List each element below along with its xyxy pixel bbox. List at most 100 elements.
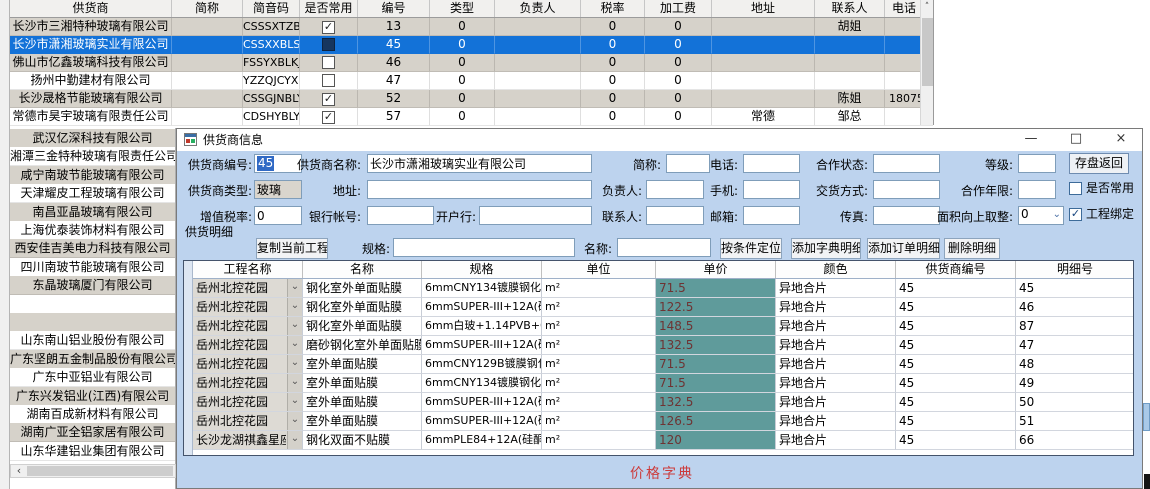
chevron-down-icon[interactable]: ⌄ (287, 336, 302, 354)
vscroll-thumb[interactable] (922, 18, 933, 86)
company-list-item[interactable]: 湖南百成新材料有限公司 (10, 405, 175, 424)
unchecked-checkbox-icon[interactable] (322, 56, 335, 69)
checked-checkbox-icon[interactable]: ✓ (322, 21, 335, 34)
project-combo-cell[interactable]: 岳州北控花园⌄ (193, 298, 303, 317)
project-combo-cell[interactable]: 岳州北控花园⌄ (193, 336, 303, 355)
unchecked-checkbox-icon[interactable] (322, 38, 335, 51)
address-field[interactable] (367, 180, 592, 199)
column-header-contact[interactable]: 联系人 (815, 0, 885, 17)
add-order-detail-button[interactable]: 添加订单明细 (867, 238, 940, 259)
common-use-checkbox[interactable] (1069, 182, 1082, 195)
copy-current-project-button[interactable]: 复制当前工程 (256, 238, 328, 259)
company-list-item[interactable]: 天津耀皮工程玻璃有限公司 (10, 184, 175, 203)
company-list-item[interactable]: 山东华建铝业集团有限公司 (10, 442, 175, 461)
chevron-down-icon[interactable]: ⌄ (287, 317, 302, 335)
detail-column-header-supplier_id[interactable]: 供货商编号 (896, 261, 1016, 278)
detail-row[interactable]: 岳州北控花园⌄钢化室外单面贴膜6mm白玻+1.14PVB+6mm...m²148… (193, 317, 1134, 336)
chevron-down-icon[interactable]: ⌄ (287, 355, 302, 373)
add-dictionary-detail-button[interactable]: 添加字典明细 (791, 238, 861, 259)
project-combo-cell[interactable]: 岳州北控花园⌄ (193, 279, 303, 298)
detail-row[interactable]: 岳州北控花园⌄室外单面贴膜6mmSUPER-III+12A(硅...m²126.… (193, 412, 1134, 431)
dialog-titlebar[interactable]: 供货商信息 — □ × (177, 129, 1142, 151)
project-combo-cell[interactable]: 岳州北控花园⌄ (193, 317, 303, 336)
checked-checkbox-icon[interactable]: ✓ (322, 111, 335, 124)
detail-column-header-name[interactable]: 名称 (303, 261, 422, 278)
close-icon[interactable]: × (1105, 129, 1137, 151)
company-list-item[interactable]: 东晶玻璃厦门有限公司 (10, 276, 175, 295)
company-list-item[interactable] (10, 295, 175, 314)
spec-filter-field[interactable] (393, 238, 575, 257)
detail-column-header-unit[interactable]: 单位 (542, 261, 656, 278)
supplier-type-field[interactable] (254, 180, 302, 199)
company-list-item[interactable]: 四川南玻节能玻璃有限公司 (10, 258, 175, 277)
chevron-down-icon[interactable]: ⌄ (287, 279, 302, 297)
chevron-down-icon[interactable]: ⌄ (287, 298, 302, 316)
company-list-item[interactable]: 南昌亚晶玻璃有限公司 (10, 203, 175, 222)
name-filter-field[interactable] (617, 238, 711, 257)
company-list-item[interactable]: 广东兴发铝业(江西)有限公司 (10, 387, 175, 406)
project-combo-cell[interactable]: 岳州北控花园⌄ (193, 355, 303, 374)
column-header-supplier[interactable]: 供货商 (10, 0, 172, 17)
column-header-abbr[interactable]: 简称 (172, 0, 243, 17)
contact-field[interactable] (646, 206, 704, 225)
company-list-item[interactable]: 湖南广亚全铝家居有限公司 (10, 423, 175, 442)
column-header-fee[interactable]: 加工费 (645, 0, 712, 17)
vat-field[interactable] (254, 206, 302, 225)
phone-field[interactable] (743, 154, 800, 173)
detail-row[interactable]: 岳州北控花园⌄磨砂钢化室外单面贴膜6mmSUPER-III+12A(硅...m²… (193, 336, 1134, 355)
detail-column-header-color[interactable]: 颜色 (776, 261, 896, 278)
project-combo-cell[interactable]: 岳州北控花园⌄ (193, 393, 303, 412)
column-header-tax[interactable]: 税率 (581, 0, 645, 17)
project-combo-cell[interactable]: 岳州北控花园⌄ (193, 412, 303, 431)
supplier-row[interactable]: 佛山市亿鑫玻璃科技有限公司FSSYXBLKJ...46000 (10, 54, 933, 72)
company-list-hscrollbar[interactable]: ‹ (10, 464, 176, 478)
detail-row[interactable]: 岳州北控花园⌄室外单面贴膜6mmCNY129B镀膜钢化m²71.5异地合片454… (193, 355, 1134, 374)
company-list-item[interactable]: 咸宁南玻节能玻璃有限公司 (10, 166, 175, 185)
manager-field[interactable] (646, 180, 704, 199)
locate-by-condition-button[interactable]: 按条件定位 (720, 238, 782, 259)
chevron-down-icon[interactable]: ⌄ (287, 374, 302, 392)
mobile-field[interactable] (743, 180, 800, 199)
dropdown-arrow-icon[interactable]: ⌄ (1053, 209, 1061, 220)
detail-column-header-spec[interactable]: 规格 (422, 261, 542, 278)
detail-row[interactable]: 岳州北控花园⌄室外单面贴膜6mmSUPER-III+12A(硅...m²132.… (193, 393, 1134, 412)
delivery-field[interactable] (873, 180, 940, 199)
project-bind-checkbox[interactable]: ✓ (1069, 208, 1082, 221)
company-list-item[interactable] (10, 313, 175, 332)
delete-detail-button[interactable]: 删除明细 (944, 238, 1000, 259)
company-list-item[interactable]: 山东南山铝业股份有限公司 (10, 331, 175, 350)
checked-checkbox-icon[interactable]: ✓ (322, 93, 335, 106)
coop-status-field[interactable] (873, 154, 940, 173)
company-list-item[interactable]: 武汉亿深科技有限公司 (10, 129, 175, 148)
column-header-address[interactable]: 地址 (712, 0, 815, 17)
email-field[interactable] (743, 206, 800, 225)
bank-field[interactable] (479, 206, 592, 225)
save-return-button[interactable]: 存盘返回 (1069, 153, 1129, 174)
supplier-row[interactable]: 扬州中勤建材有限公司YZZQJCYXGS47000 (10, 72, 933, 90)
scroll-left-icon[interactable]: ‹ (12, 465, 26, 477)
project-combo-cell[interactable]: 长沙龙湖祺鑫星座⌄ (193, 431, 303, 450)
supplier-row[interactable]: 长沙晟格节能玻璃有限公司CSSGJNBLYXGS✓52000陈姐180751 (10, 90, 933, 108)
maximize-icon[interactable]: □ (1060, 129, 1092, 151)
suppliers-grid-vscrollbar[interactable]: ˄ (920, 0, 933, 125)
column-header-common[interactable]: 是否常用 (300, 0, 358, 17)
detail-row[interactable]: 长沙龙湖祺鑫星座⌄钢化双面不贴膜6mmPLE84+12A(硅酮胶...m²120… (193, 431, 1134, 450)
supplier-row[interactable]: 常德市昊宇玻璃有限责任公司CDSHYBLYX✓57000常德邹总 (10, 108, 933, 126)
company-list-item[interactable]: 上海优泰装饰材料有限公司 (10, 221, 175, 240)
company-list-item[interactable]: 湘潭三金特种玻璃有限责任公司 (10, 147, 175, 166)
unchecked-checkbox-icon[interactable] (322, 74, 335, 87)
grade-field[interactable] (1018, 154, 1056, 173)
column-header-id[interactable]: 编号 (358, 0, 430, 17)
detail-column-header-detail_id[interactable]: 明细号 (1016, 261, 1134, 278)
project-combo-cell[interactable]: 岳州北控花园⌄ (193, 374, 303, 393)
column-header-manager[interactable]: 负责人 (495, 0, 581, 17)
supplier-row[interactable]: 长沙市潇湘玻璃实业有限公司CSSXXBLSY...45000 (10, 36, 933, 54)
column-header-code[interactable]: 简音码 (243, 0, 300, 17)
detail-row[interactable]: 岳州北控花园⌄室外单面贴膜6mmCNY134镀膜钢化m²71.5异地合片4549 (193, 374, 1134, 393)
chevron-down-icon[interactable]: ⌄ (287, 431, 302, 449)
detail-row[interactable]: 岳州北控花园⌄钢化室外单面贴膜6mmCNY134镀膜钢化m²71.5异地合片45… (193, 279, 1134, 298)
minimize-icon[interactable]: — (1015, 129, 1047, 151)
column-header-type[interactable]: 类型 (430, 0, 495, 17)
scroll-up-icon[interactable]: ˄ (921, 0, 933, 15)
detail-column-header-project[interactable]: 工程名称 (193, 261, 303, 278)
